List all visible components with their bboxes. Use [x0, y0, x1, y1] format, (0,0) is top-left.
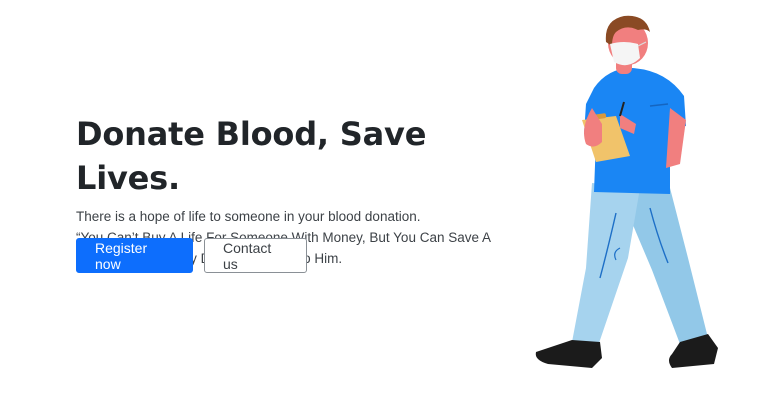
face-mask	[610, 42, 640, 66]
hero-button-row: Register now Contact us	[76, 238, 307, 273]
hero-title: Donate Blood, Save Lives.	[76, 115, 427, 197]
register-now-button[interactable]: Register now	[76, 238, 193, 273]
right-shoe	[669, 334, 718, 368]
contact-us-button[interactable]: Contact us	[204, 238, 307, 273]
left-shoe	[535, 340, 602, 368]
front-leg	[572, 183, 640, 346]
hero-description-line-1: There is a hope of life to someone in yo…	[76, 209, 421, 224]
blood-donor-volunteer-illustration	[535, 15, 718, 368]
